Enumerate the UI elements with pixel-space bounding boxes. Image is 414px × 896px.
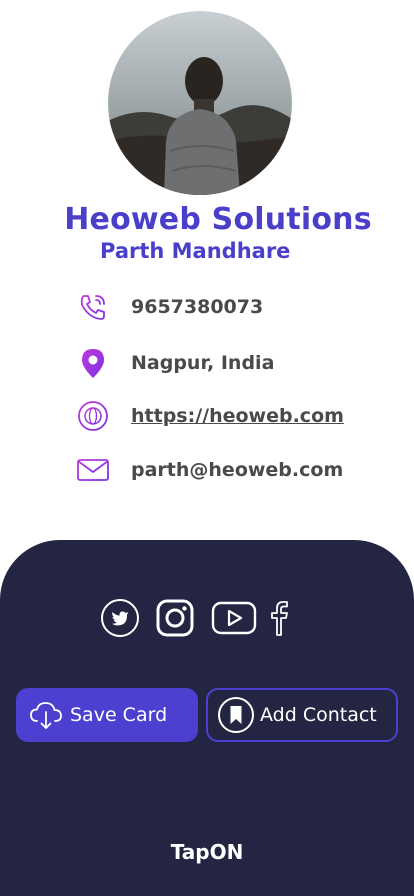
globe-icon — [76, 399, 110, 433]
contact-website-row[interactable]: https://heoweb.com — [76, 396, 344, 436]
phone-icon — [76, 290, 110, 324]
instagram-icon[interactable] — [155, 598, 195, 638]
person-name: Parth Mandhare — [100, 239, 291, 263]
envelope-icon — [76, 453, 110, 487]
profile-photo — [108, 11, 292, 195]
bookmark-icon — [216, 695, 256, 735]
cloud-download-icon — [26, 695, 66, 735]
location-pin-icon — [76, 346, 110, 380]
facebook-icon[interactable] — [265, 598, 293, 638]
avatar — [108, 11, 292, 195]
phone-number: 9657380073 — [131, 296, 264, 318]
add-contact-label: Add Contact — [260, 704, 377, 726]
footer-brand: TapON — [170, 840, 244, 864]
youtube-icon[interactable] — [211, 598, 257, 638]
business-card-page: Heoweb Solutions Parth Mandhare 96573800… — [0, 0, 414, 896]
contact-location-row[interactable]: Nagpur, India — [76, 343, 274, 383]
contact-email-row[interactable]: parth@heoweb.com — [76, 450, 343, 490]
email-text: parth@heoweb.com — [131, 459, 344, 481]
company-name: Heoweb Solutions — [64, 202, 372, 237]
location-text: Nagpur, India — [131, 352, 275, 374]
save-card-label: Save Card — [70, 704, 168, 726]
contact-phone-row[interactable]: 9657380073 — [76, 287, 263, 327]
save-card-button[interactable]: Save Card — [16, 688, 198, 742]
add-contact-button[interactable]: Add Contact — [206, 688, 398, 742]
social-links — [100, 598, 300, 638]
website-link[interactable]: https://heoweb.com — [131, 405, 344, 427]
twitter-icon[interactable] — [100, 598, 140, 638]
